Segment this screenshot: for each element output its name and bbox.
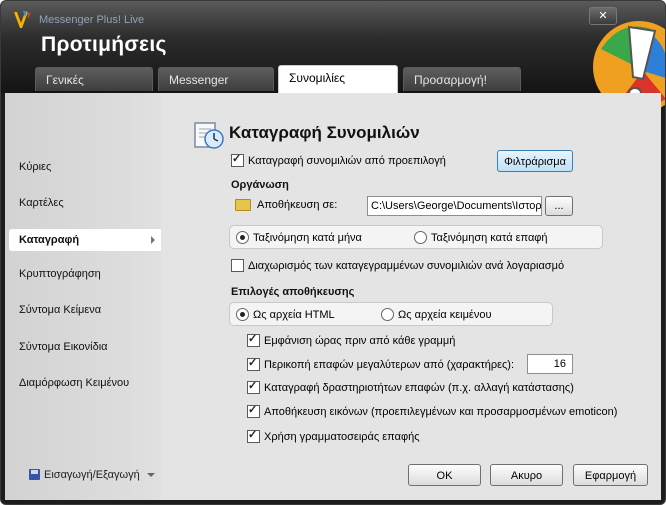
use-font-label: Χρήση γραμματοσειράς επαφής <box>264 430 420 443</box>
cancel-button[interactable]: Ακυρο <box>490 464 563 486</box>
sort-contact-label: Ταξινόμηση κατά επαφή <box>431 231 548 244</box>
separate-accounts-label: Διαχωρισμός των καταγεγραμμένων συνομιλι… <box>248 259 565 272</box>
as-html-label: Ως αρχεία HTML <box>253 308 335 321</box>
page-title: Προτιμήσεις <box>41 33 167 56</box>
radio-selected-icon <box>236 231 249 244</box>
log-activity-label: Καταγραφή δραστηριοτήτων επαφών (π.χ. αλ… <box>264 381 574 394</box>
radio-selected-icon <box>236 308 249 321</box>
logging-panel: Καταγραφή Συνομιλιών Καταγραφή συνομιλιώ… <box>161 93 661 500</box>
organization-label: Οργάνωση <box>231 179 289 191</box>
app-title: Messenger Plus! Live <box>39 14 145 26</box>
format-radio-group: Ως αρχεία HTML Ως αρχεία κειμένου <box>229 302 553 326</box>
tab-conversations[interactable]: Συνομιλίες <box>278 65 398 93</box>
truncate-length-field[interactable]: 16 <box>527 354 573 374</box>
floppy-disk-icon <box>29 469 40 480</box>
sidebar-item-quick-emoticons[interactable]: Σύντομα Εικονίδια <box>19 341 108 353</box>
chevron-down-icon <box>146 473 155 477</box>
checkbox-checked-icon <box>247 403 260 418</box>
ok-button[interactable]: ΟΚ <box>408 464 481 486</box>
checkbox-checked-icon <box>247 428 260 443</box>
tab-customize[interactable]: Προσαρμογή! <box>403 67 521 91</box>
sort-contact-radio[interactable]: Ταξινόμηση κατά επαφή <box>414 231 548 244</box>
as-text-label: Ως αρχεία κειμένου <box>398 308 492 321</box>
sidebar-item-quick-texts[interactable]: Σύντομα Κείμενα <box>19 304 101 316</box>
checkbox-checked-icon <box>247 332 260 347</box>
as-html-radio[interactable]: Ως αρχεία HTML <box>236 308 335 321</box>
sidebar-item-logging[interactable]: Καταγραφή <box>9 229 161 251</box>
tab-bar: Γενικές Messenger Συνομιλίες Προσαρμογή! <box>1 65 665 93</box>
import-export-label: Εισαγωγή/Εξαγωγή <box>44 469 140 481</box>
log-activity-checkbox[interactable]: Καταγραφή δραστηριοτήτων επαφών (π.χ. αλ… <box>247 379 574 394</box>
sidebar-item-main[interactable]: Κύριες <box>19 161 51 173</box>
show-time-checkbox[interactable]: Εμφάνιση ώρας πριν από κάθε γραμμή <box>247 332 456 347</box>
sort-month-label: Ταξινόμηση κατά μήνα <box>253 231 362 244</box>
preferences-window: Messenger Plus! Live Προτιμήσεις ✕ Γενικ… <box>0 0 666 505</box>
sort-radio-group: Ταξινόμηση κατά μήνα Ταξινόμηση κατά επα… <box>229 225 603 249</box>
window-header: Messenger Plus! Live Προτιμήσεις ✕ Γενικ… <box>1 1 665 113</box>
chevron-right-icon <box>151 236 155 244</box>
checkbox-checked-icon <box>247 379 260 394</box>
use-font-checkbox[interactable]: Χρήση γραμματοσειράς επαφής <box>247 428 420 443</box>
as-text-radio[interactable]: Ως αρχεία κειμένου <box>381 308 491 321</box>
log-default-label: Καταγραφή συνομιλιών από προεπιλογή <box>248 154 446 167</box>
radio-empty-icon <box>381 308 394 321</box>
sidebar-item-label: Καταγραφή <box>19 234 80 246</box>
sidebar-item-encryption[interactable]: Κρυπτογράφηση <box>19 268 101 280</box>
apply-button[interactable]: Εφαρμογή <box>573 464 648 486</box>
checkbox-unchecked-icon <box>231 259 244 272</box>
section-title: Καταγραφή Συνομιλιών <box>229 123 420 142</box>
save-options-label: Επιλογές αποθήκευσης <box>231 286 355 298</box>
save-images-label: Αποθήκευση εικόνων (προεπιλεγμένων και π… <box>264 405 618 418</box>
import-export-menu[interactable]: Εισαγωγή/Εξαγωγή <box>29 469 155 481</box>
folder-icon <box>235 199 251 211</box>
messenger-plus-logo-icon <box>14 11 31 28</box>
log-clock-icon <box>194 122 224 149</box>
close-button[interactable]: ✕ <box>589 7 617 25</box>
preferences-body: Κύριες Καρτέλες Καταγραφή Κρυπτογράφηση … <box>5 93 661 500</box>
sort-month-radio[interactable]: Ταξινόμηση κατά μήνα <box>236 231 362 244</box>
show-time-label: Εμφάνιση ώρας πριν από κάθε γραμμή <box>264 334 456 347</box>
save-images-checkbox[interactable]: Αποθήκευση εικόνων (προεπιλεγμένων και π… <box>247 403 618 418</box>
truncate-contacts-label: Περικοπή επαφών μεγαλύτερων από (χαρακτή… <box>264 358 515 371</box>
browse-button[interactable]: ... <box>545 196 573 216</box>
save-path-field[interactable]: C:\Users\George\Documents\Ιστορ <box>367 196 542 216</box>
save-in-row: Αποθήκευση σε: <box>235 199 337 211</box>
sidebar: Κύριες Καρτέλες Καταγραφή Κρυπτογράφηση … <box>5 93 161 500</box>
separate-accounts-checkbox[interactable]: Διαχωρισμός των καταγεγραμμένων συνομιλι… <box>231 259 564 272</box>
sidebar-item-text-formatting[interactable]: Διαμόρφωση Κειμένου <box>19 377 129 389</box>
tab-messenger[interactable]: Messenger <box>158 67 274 91</box>
truncate-contacts-checkbox[interactable]: Περικοπή επαφών μεγαλύτερων από (χαρακτή… <box>247 356 515 371</box>
sidebar-item-tabs[interactable]: Καρτέλες <box>19 197 64 209</box>
filter-button[interactable]: Φιλτράρισμα <box>497 150 573 172</box>
radio-empty-icon <box>414 231 427 244</box>
tab-general[interactable]: Γενικές <box>35 67 153 91</box>
checkbox-checked-icon <box>247 356 260 371</box>
save-in-label: Αποθήκευση σε: <box>257 199 338 211</box>
checkbox-checked-icon <box>231 152 244 167</box>
log-default-checkbox[interactable]: Καταγραφή συνομιλιών από προεπιλογή <box>231 152 446 167</box>
